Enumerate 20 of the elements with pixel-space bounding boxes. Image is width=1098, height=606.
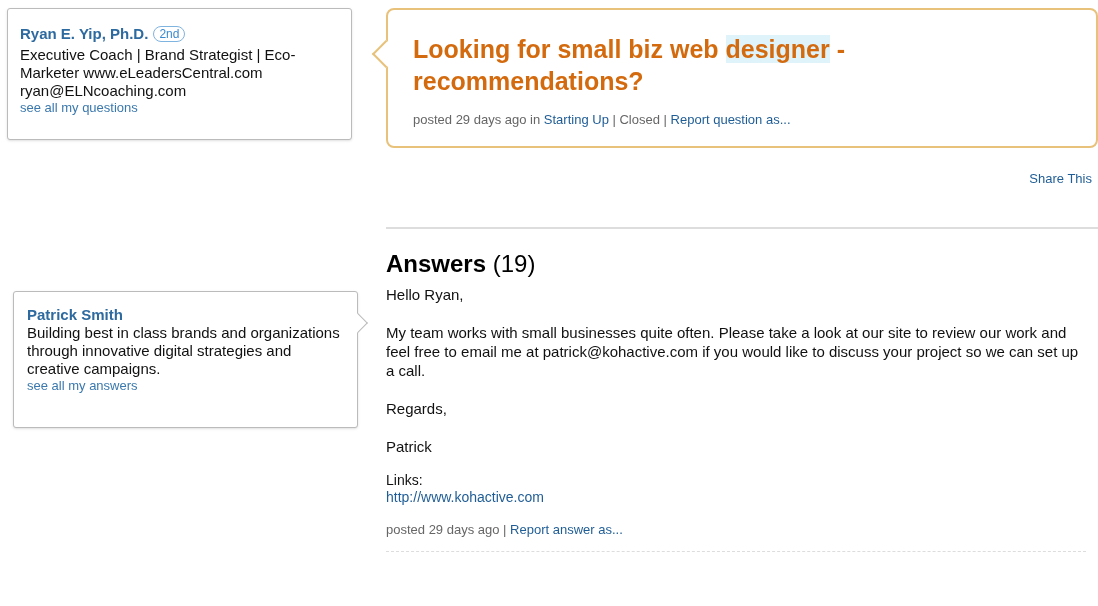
category-link[interactable]: Starting Up — [543, 112, 609, 127]
answer-paragraph: Regards, — [386, 398, 448, 418]
report-link[interactable]: Report question as... — [670, 112, 791, 127]
report-link[interactable]: Report answer as... — [510, 521, 623, 537]
see-questions-link[interactable]: see all my questions — [20, 99, 339, 116]
profile-headline: Executive Coach | Brand Strategist | Eco-Marketer www.eLeadersCentral.com ryan@ELNcoaching.com — [20, 45, 297, 100]
share-link[interactable]: Share This — [1029, 169, 1092, 189]
answer-paragraph: Patrick — [386, 436, 433, 456]
answer-paragraph: Hello Ryan, — [386, 284, 465, 304]
links-label: Links: — [386, 470, 424, 489]
answer-paragraph: My team works with small businesses quite often. Please take a look at our site to review our work and feel free to email me at patrick@kohactive.com if you would like to discuss your project so we can set up a call. — [386, 322, 1080, 380]
question-meta: posted 29 days ago in Starting Up | Closed | Report question as... — [413, 111, 792, 129]
profile-name-link[interactable]: Ryan E. Yip, Ph.D. — [20, 23, 149, 46]
question-title: Looking for small biz web designer - recommendations? — [413, 34, 846, 97]
answers-heading: Answers (19) — [386, 248, 537, 279]
profile-headline: Building best in class brands and organizations through innovative digital strategies and creative campaigns. — [27, 323, 341, 378]
see-answers-link[interactable]: see all my answers — [27, 377, 344, 394]
profile-name-link[interactable]: Patrick Smith — [27, 305, 344, 324]
website-link[interactable]: http://www.kohactive.com — [386, 488, 544, 505]
answer-meta: posted 29 days ago | Report answer as... — [386, 520, 624, 539]
